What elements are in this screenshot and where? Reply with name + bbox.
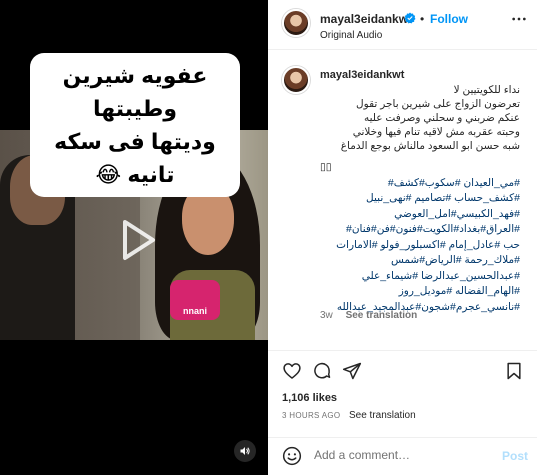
hashtag-line[interactable]: #مي_العيدان #سكوب#كشف# (320, 176, 520, 192)
see-translation-link[interactable]: See translation (349, 410, 416, 421)
comment-icon[interactable] (312, 361, 332, 381)
author-username[interactable]: mayal3eidankwt (320, 12, 412, 26)
box-glyphs: ▯▯ (320, 161, 332, 173)
hashtag-line[interactable]: #ملاك_رحمة #الرياض#شمس (320, 253, 520, 269)
verified-badge-icon (404, 12, 416, 24)
paper-plane-icon[interactable] (342, 361, 362, 381)
comment-input[interactable] (314, 448, 484, 462)
sound-toggle-button[interactable] (234, 440, 256, 462)
caption-line: شبه حسن ابو السعود مالناش بوجع الدماغ (340, 140, 520, 152)
avatar[interactable] (282, 66, 310, 94)
post-header: mayal3eidankwt • Follow Original Audio (268, 0, 537, 50)
add-comment-bar: Post (268, 437, 537, 475)
video-player[interactable]: nnani عفويه شيرين وطيبتها وديتها فى سكه … (0, 0, 268, 475)
avatar[interactable] (282, 9, 310, 37)
video-caption-overlay: عفويه شيرين وطيبتها وديتها فى سكه تانيه … (30, 53, 240, 197)
caption-line: وحبته عقربه مش لاقيه تنام فيها وخلاني (352, 126, 520, 138)
caption-text: نداء للكويتيين لا تعرضون الزواج على شيري… (320, 83, 520, 153)
play-icon[interactable] (105, 210, 165, 270)
hashtag-line[interactable]: #عبدالحسين_عبدالرضا #شيماء_علي (320, 269, 520, 285)
emoji-icon[interactable] (282, 446, 302, 466)
hashtag-line[interactable]: #كشف_حساب #تصاميم #نهى_نبيل (320, 191, 520, 207)
caption-line: عنكم ضربني و سحلني وصرفت عليه (363, 112, 520, 124)
hashtag-line[interactable]: حب #عادل_إمام #اكسبلور_فولو #الامارات (320, 238, 520, 254)
separator-dot: • (420, 12, 425, 26)
hashtag-list: ▯▯ #مي_العيدان #سكوب#كشف# #كشف_حساب #تصا… (320, 160, 520, 315)
caption-meta: 3w See translation (320, 310, 417, 321)
microphone: nnani (170, 280, 220, 320)
follow-button[interactable]: Follow (430, 12, 468, 26)
post-panel: mayal3eidankwt • Follow Original Audio m… (268, 0, 537, 475)
caption-line: نداء للكويتيين لا (453, 84, 520, 96)
like-count[interactable]: 1,106 likes (282, 392, 337, 404)
hashtag-line[interactable]: #فهد_الكبيسي#امل_العوضي (320, 207, 520, 223)
mic-brand-text: nnani (183, 306, 207, 316)
heart-icon[interactable] (282, 361, 302, 381)
video-caption-line: عفويه شيرين وطيبتها (62, 63, 208, 121)
action-bar (268, 350, 537, 386)
caption-age[interactable]: 3w (320, 310, 333, 321)
post-time-row: 3 HOURS AGO See translation (282, 410, 416, 421)
hashtag-line[interactable]: #الهام_الفضاله #موديل_روز (320, 284, 520, 300)
caption-line: تعرضون الزواج على شيرين باجر تقول (356, 98, 520, 110)
bookmark-icon[interactable] (504, 361, 524, 381)
caption-username[interactable]: mayal3eidankwt (320, 69, 404, 81)
speaker-icon (240, 447, 250, 455)
audio-label[interactable]: Original Audio (320, 30, 382, 41)
more-options-icon[interactable] (511, 13, 527, 25)
hashtag-line[interactable]: #العراق#بغداد#الكويت#فنون#فن#فنان# (320, 222, 520, 238)
video-caption-line: وديتها فى سكه تانيه 😂 (54, 129, 216, 187)
caption-section: mayal3eidankwt نداء للكويتيين لا تعرضون … (268, 50, 537, 335)
post-timestamp[interactable]: 3 HOURS AGO (282, 411, 340, 420)
post-comment-button[interactable]: Post (502, 449, 528, 463)
see-translation-link[interactable]: See translation (346, 310, 418, 321)
